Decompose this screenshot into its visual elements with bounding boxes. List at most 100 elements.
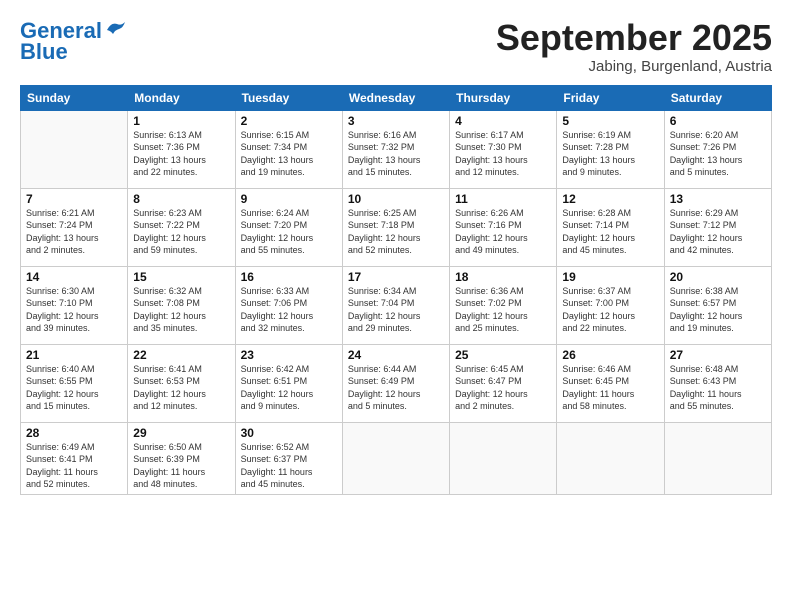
day-number: 28 (26, 426, 122, 440)
location-subtitle: Jabing, Burgenland, Austria (496, 58, 772, 75)
day-info: Sunrise: 6:13 AM Sunset: 7:36 PM Dayligh… (133, 129, 229, 179)
table-row: 8Sunrise: 6:23 AM Sunset: 7:22 PM Daylig… (128, 188, 235, 266)
day-info: Sunrise: 6:30 AM Sunset: 7:10 PM Dayligh… (26, 285, 122, 335)
day-info: Sunrise: 6:40 AM Sunset: 6:55 PM Dayligh… (26, 363, 122, 413)
day-number: 8 (133, 192, 229, 206)
table-row: 18Sunrise: 6:36 AM Sunset: 7:02 PM Dayli… (450, 266, 557, 344)
day-info: Sunrise: 6:20 AM Sunset: 7:26 PM Dayligh… (670, 129, 766, 179)
day-number: 7 (26, 192, 122, 206)
day-info: Sunrise: 6:50 AM Sunset: 6:39 PM Dayligh… (133, 441, 229, 491)
day-number: 19 (562, 270, 658, 284)
day-info: Sunrise: 6:46 AM Sunset: 6:45 PM Dayligh… (562, 363, 658, 413)
table-row: 28Sunrise: 6:49 AM Sunset: 6:41 PM Dayli… (21, 422, 128, 494)
table-row: 26Sunrise: 6:46 AM Sunset: 6:45 PM Dayli… (557, 344, 664, 422)
table-row: 4Sunrise: 6:17 AM Sunset: 7:30 PM Daylig… (450, 110, 557, 188)
day-info: Sunrise: 6:16 AM Sunset: 7:32 PM Dayligh… (348, 129, 444, 179)
table-row (21, 110, 128, 188)
day-number: 2 (241, 114, 337, 128)
table-row: 19Sunrise: 6:37 AM Sunset: 7:00 PM Dayli… (557, 266, 664, 344)
day-number: 4 (455, 114, 551, 128)
day-number: 10 (348, 192, 444, 206)
day-info: Sunrise: 6:48 AM Sunset: 6:43 PM Dayligh… (670, 363, 766, 413)
logo-blue: Blue (20, 42, 127, 62)
day-number: 17 (348, 270, 444, 284)
title-section: September 2025 Jabing, Burgenland, Austr… (496, 18, 772, 75)
day-number: 14 (26, 270, 122, 284)
table-row (450, 422, 557, 494)
day-number: 20 (670, 270, 766, 284)
table-row: 17Sunrise: 6:34 AM Sunset: 7:04 PM Dayli… (342, 266, 449, 344)
table-row: 24Sunrise: 6:44 AM Sunset: 6:49 PM Dayli… (342, 344, 449, 422)
table-row: 22Sunrise: 6:41 AM Sunset: 6:53 PM Dayli… (128, 344, 235, 422)
day-info: Sunrise: 6:44 AM Sunset: 6:49 PM Dayligh… (348, 363, 444, 413)
day-number: 25 (455, 348, 551, 362)
day-number: 12 (562, 192, 658, 206)
table-row: 23Sunrise: 6:42 AM Sunset: 6:51 PM Dayli… (235, 344, 342, 422)
table-row: 30Sunrise: 6:52 AM Sunset: 6:37 PM Dayli… (235, 422, 342, 494)
table-row: 12Sunrise: 6:28 AM Sunset: 7:14 PM Dayli… (557, 188, 664, 266)
calendar: Sunday Monday Tuesday Wednesday Thursday… (20, 85, 772, 495)
table-row: 13Sunrise: 6:29 AM Sunset: 7:12 PM Dayli… (664, 188, 771, 266)
day-info: Sunrise: 6:52 AM Sunset: 6:37 PM Dayligh… (241, 441, 337, 491)
day-info: Sunrise: 6:23 AM Sunset: 7:22 PM Dayligh… (133, 207, 229, 257)
table-row: 14Sunrise: 6:30 AM Sunset: 7:10 PM Dayli… (21, 266, 128, 344)
day-info: Sunrise: 6:38 AM Sunset: 6:57 PM Dayligh… (670, 285, 766, 335)
day-number: 16 (241, 270, 337, 284)
header: General Blue September 2025 Jabing, Burg… (20, 18, 772, 75)
day-info: Sunrise: 6:26 AM Sunset: 7:16 PM Dayligh… (455, 207, 551, 257)
header-wednesday: Wednesday (342, 85, 449, 110)
header-sunday: Sunday (21, 85, 128, 110)
header-friday: Friday (557, 85, 664, 110)
table-row: 25Sunrise: 6:45 AM Sunset: 6:47 PM Dayli… (450, 344, 557, 422)
day-number: 23 (241, 348, 337, 362)
day-number: 5 (562, 114, 658, 128)
header-monday: Monday (128, 85, 235, 110)
day-number: 6 (670, 114, 766, 128)
day-number: 21 (26, 348, 122, 362)
day-info: Sunrise: 6:34 AM Sunset: 7:04 PM Dayligh… (348, 285, 444, 335)
day-number: 30 (241, 426, 337, 440)
day-info: Sunrise: 6:19 AM Sunset: 7:28 PM Dayligh… (562, 129, 658, 179)
table-row (664, 422, 771, 494)
table-row: 16Sunrise: 6:33 AM Sunset: 7:06 PM Dayli… (235, 266, 342, 344)
month-title: September 2025 (496, 18, 772, 58)
day-info: Sunrise: 6:17 AM Sunset: 7:30 PM Dayligh… (455, 129, 551, 179)
day-number: 24 (348, 348, 444, 362)
day-info: Sunrise: 6:37 AM Sunset: 7:00 PM Dayligh… (562, 285, 658, 335)
day-number: 26 (562, 348, 658, 362)
table-row (342, 422, 449, 494)
day-info: Sunrise: 6:24 AM Sunset: 7:20 PM Dayligh… (241, 207, 337, 257)
table-row: 2Sunrise: 6:15 AM Sunset: 7:34 PM Daylig… (235, 110, 342, 188)
table-row: 11Sunrise: 6:26 AM Sunset: 7:16 PM Dayli… (450, 188, 557, 266)
day-info: Sunrise: 6:42 AM Sunset: 6:51 PM Dayligh… (241, 363, 337, 413)
day-number: 1 (133, 114, 229, 128)
day-number: 22 (133, 348, 229, 362)
day-number: 9 (241, 192, 337, 206)
table-row: 6Sunrise: 6:20 AM Sunset: 7:26 PM Daylig… (664, 110, 771, 188)
day-info: Sunrise: 6:28 AM Sunset: 7:14 PM Dayligh… (562, 207, 658, 257)
header-tuesday: Tuesday (235, 85, 342, 110)
table-row: 9Sunrise: 6:24 AM Sunset: 7:20 PM Daylig… (235, 188, 342, 266)
table-row: 1Sunrise: 6:13 AM Sunset: 7:36 PM Daylig… (128, 110, 235, 188)
table-row: 3Sunrise: 6:16 AM Sunset: 7:32 PM Daylig… (342, 110, 449, 188)
day-info: Sunrise: 6:21 AM Sunset: 7:24 PM Dayligh… (26, 207, 122, 257)
day-number: 27 (670, 348, 766, 362)
weekday-header-row: Sunday Monday Tuesday Wednesday Thursday… (21, 85, 772, 110)
table-row: 29Sunrise: 6:50 AM Sunset: 6:39 PM Dayli… (128, 422, 235, 494)
logo: General Blue (20, 18, 127, 62)
table-row: 5Sunrise: 6:19 AM Sunset: 7:28 PM Daylig… (557, 110, 664, 188)
day-number: 15 (133, 270, 229, 284)
day-number: 29 (133, 426, 229, 440)
page: General Blue September 2025 Jabing, Burg… (0, 0, 792, 612)
day-number: 11 (455, 192, 551, 206)
table-row: 21Sunrise: 6:40 AM Sunset: 6:55 PM Dayli… (21, 344, 128, 422)
header-thursday: Thursday (450, 85, 557, 110)
table-row: 15Sunrise: 6:32 AM Sunset: 7:08 PM Dayli… (128, 266, 235, 344)
day-info: Sunrise: 6:15 AM Sunset: 7:34 PM Dayligh… (241, 129, 337, 179)
day-number: 13 (670, 192, 766, 206)
day-number: 3 (348, 114, 444, 128)
day-info: Sunrise: 6:33 AM Sunset: 7:06 PM Dayligh… (241, 285, 337, 335)
day-info: Sunrise: 6:25 AM Sunset: 7:18 PM Dayligh… (348, 207, 444, 257)
table-row: 27Sunrise: 6:48 AM Sunset: 6:43 PM Dayli… (664, 344, 771, 422)
day-info: Sunrise: 6:49 AM Sunset: 6:41 PM Dayligh… (26, 441, 122, 491)
